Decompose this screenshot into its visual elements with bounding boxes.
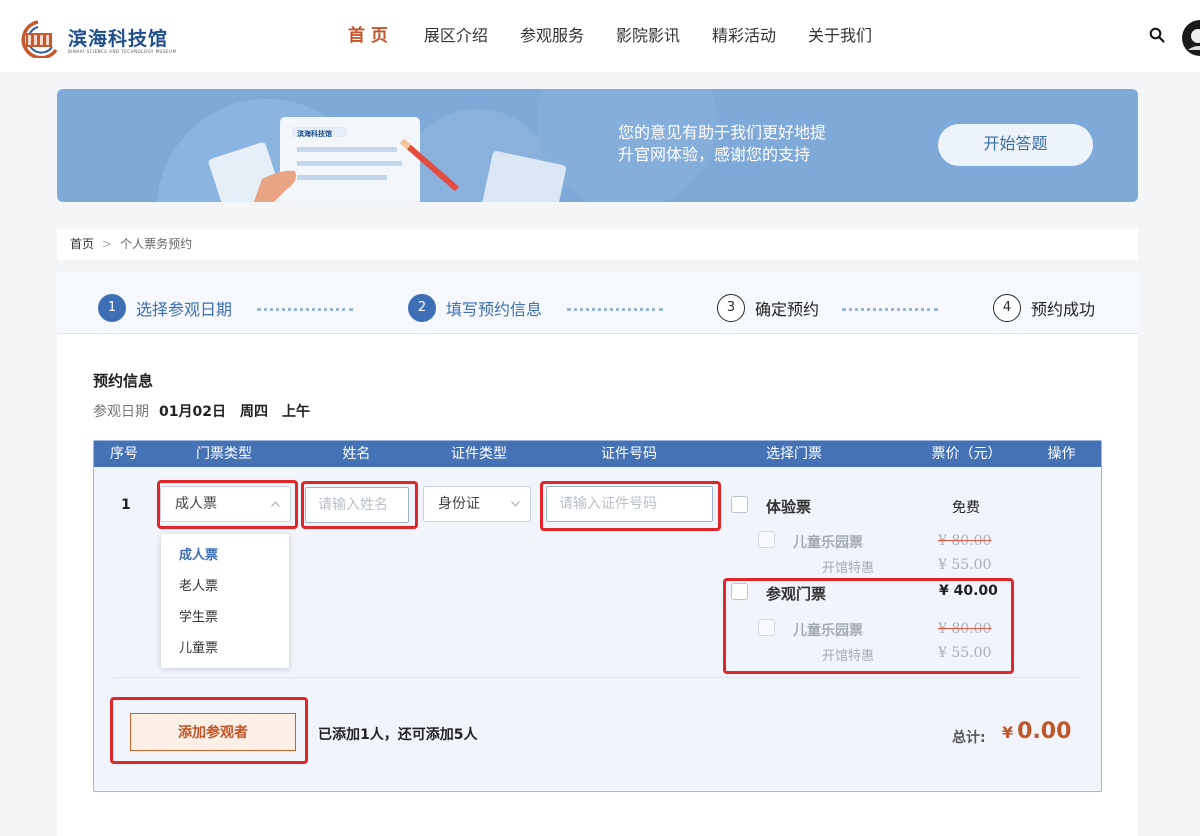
step-label: 填写预约信息 <box>446 300 543 319</box>
progress-steps: 1 选择参观日期 2 填写预约信息 3 确定预约 4 预约成功 <box>57 272 1138 334</box>
site-logo[interactable]: 滨海科技馆 BINHAI SCIENCE AND TECHNOLOGY MUSE… <box>12 20 182 58</box>
ticket-note: 开馆特惠 <box>822 649 875 664</box>
total-currency: ¥ <box>1002 723 1014 742</box>
ticket-type-value: 成人票 <box>175 496 217 512</box>
logo-name: 滨海科技馆 <box>68 28 169 50</box>
step-number: 3 <box>717 294 745 322</box>
nav-cinema[interactable]: 影院影讯 <box>616 24 680 50</box>
logo-subtitle: BINHAI SCIENCE AND TECHNOLOGY MUSEUM <box>68 49 177 54</box>
main-nav: 首 页 展区介绍 参观服务 影院影讯 精彩活动 关于我们 <box>330 24 904 50</box>
visit-date: 01月02日 <box>159 404 226 420</box>
checkbox-admission-ticket[interactable] <box>731 583 748 600</box>
nav-services[interactable]: 参观服务 <box>520 24 584 50</box>
visitor-table: 序号 门票类型 姓名 证件类型 证件号码 选择门票 票价（元） 操作 1 成人票… <box>93 440 1102 792</box>
id-type-select[interactable]: 身份证 <box>423 486 531 522</box>
banner-message: 您的意见有助于我们更好地提 升官网体验，感谢您的支持 <box>618 122 878 166</box>
step-success: 4 预约成功 <box>993 294 1095 322</box>
total-amount: ¥0.00 <box>1002 719 1071 744</box>
th-choose-ticket: 选择门票 <box>766 446 822 462</box>
nav-home[interactable]: 首 页 <box>348 24 388 50</box>
step-number: 1 <box>98 294 126 322</box>
ticket-name: 儿童乐园票 <box>793 535 863 551</box>
banner-line-1: 您的意见有助于我们更好地提 <box>618 123 827 142</box>
ticket-old-price: ¥ 80.00 <box>938 533 992 549</box>
ticket-price: 免费 <box>952 500 980 516</box>
ticket-price: ¥ 55.00 <box>938 557 992 573</box>
survey-banner: 滨海科技馆 您的意见有助于我们更好地提 升官网体验，感谢您的支持 开始答题 <box>57 89 1138 202</box>
visit-period: 上午 <box>281 404 310 420</box>
visit-weekday: 周四 <box>239 404 268 420</box>
step-fill-info: 2 填写预约信息 <box>408 294 542 322</box>
avatar-icon <box>1183 21 1200 55</box>
banner-line-2: 升官网体验，感谢您的支持 <box>618 145 811 164</box>
th-price: 票价（元） <box>931 446 1002 462</box>
start-survey-button[interactable]: 开始答题 <box>938 124 1093 166</box>
logo-mark-icon <box>21 20 58 58</box>
banner-card-text: 滨海科技馆 <box>297 129 332 138</box>
nav-exhibits[interactable]: 展区介绍 <box>424 24 488 50</box>
breadcrumb-current: 个人票务预约 <box>120 237 193 251</box>
step-label: 选择参观日期 <box>136 300 233 319</box>
th-action: 操作 <box>1047 446 1076 462</box>
th-name: 姓名 <box>342 446 371 462</box>
chevron-up-icon <box>271 501 280 507</box>
top-header: 滨海科技馆 BINHAI SCIENCE AND TECHNOLOGY MUSE… <box>0 0 1200 72</box>
row-number: 1 <box>121 497 131 513</box>
user-avatar[interactable] <box>1182 20 1200 56</box>
ticket-type-dropdown: 成人票 老人票 学生票 儿童票 <box>161 534 289 668</box>
visitor-name-input[interactable] <box>305 487 409 523</box>
step-number: 2 <box>408 294 436 322</box>
id-type-value: 身份证 <box>438 496 480 512</box>
checkbox-kids-park-ticket-2[interactable] <box>758 619 775 636</box>
booking-card: 1 选择参观日期 2 填写预约信息 3 确定预约 4 预约成功 预约信息 参观日… <box>57 272 1138 836</box>
id-number-input[interactable] <box>546 486 713 522</box>
breadcrumb-home[interactable]: 首页 <box>70 237 94 251</box>
chevron-down-icon <box>511 501 520 507</box>
total-label: 总计: <box>952 730 986 746</box>
breadcrumb-separator-icon: > <box>102 237 113 251</box>
th-id-number: 证件号码 <box>601 446 657 462</box>
ticket-name: 参观门票 <box>766 585 827 603</box>
section-title: 预约信息 <box>93 372 154 390</box>
ticket-name: 儿童乐园票 <box>793 623 863 639</box>
divider <box>114 677 1082 678</box>
th-id-type: 证件类型 <box>451 446 507 462</box>
search-icon[interactable] <box>1149 27 1165 43</box>
ticket-old-price: ¥ 80.00 <box>938 621 992 637</box>
step-connector <box>842 308 938 311</box>
checkbox-experience-ticket[interactable] <box>731 496 748 513</box>
dropdown-option-senior[interactable]: 老人票 <box>161 571 289 602</box>
ticket-price: ¥ 55.00 <box>938 645 992 661</box>
dropdown-option-adult[interactable]: 成人票 <box>161 540 289 571</box>
nav-activities[interactable]: 精彩活动 <box>712 24 776 50</box>
step-connector <box>567 308 663 311</box>
ticket-name: 体验票 <box>766 498 812 516</box>
nav-about[interactable]: 关于我们 <box>808 24 872 50</box>
dropdown-option-child[interactable]: 儿童票 <box>161 633 289 664</box>
step-select-date: 1 选择参观日期 <box>98 294 232 322</box>
step-label: 确定预约 <box>755 300 820 319</box>
step-connector <box>257 308 353 311</box>
th-ticket-type: 门票类型 <box>196 446 252 462</box>
ticket-price: ¥ 40.00 <box>939 583 998 599</box>
add-visitor-button[interactable]: 添加参观者 <box>130 713 296 751</box>
step-number: 4 <box>993 294 1021 322</box>
step-confirm: 3 确定预约 <box>717 294 819 322</box>
ticket-note: 开馆特惠 <box>822 561 875 576</box>
visit-date-line: 参观日期 01月02日 周四 上午 <box>93 401 324 421</box>
ticket-type-select[interactable]: 成人票 <box>160 486 291 522</box>
th-no: 序号 <box>110 446 138 462</box>
total-value: 0.00 <box>1017 719 1072 744</box>
visitor-count-note: 已添加1人，还可添加5人 <box>318 727 478 743</box>
breadcrumb: 首页 > 个人票务预约 <box>57 229 1138 260</box>
step-label: 预约成功 <box>1031 300 1096 319</box>
checkbox-kids-park-ticket[interactable] <box>758 531 775 548</box>
dropdown-option-student[interactable]: 学生票 <box>161 602 289 633</box>
visit-date-label: 参观日期 <box>93 404 149 420</box>
table-header: 序号 门票类型 姓名 证件类型 证件号码 选择门票 票价（元） 操作 <box>94 441 1101 467</box>
